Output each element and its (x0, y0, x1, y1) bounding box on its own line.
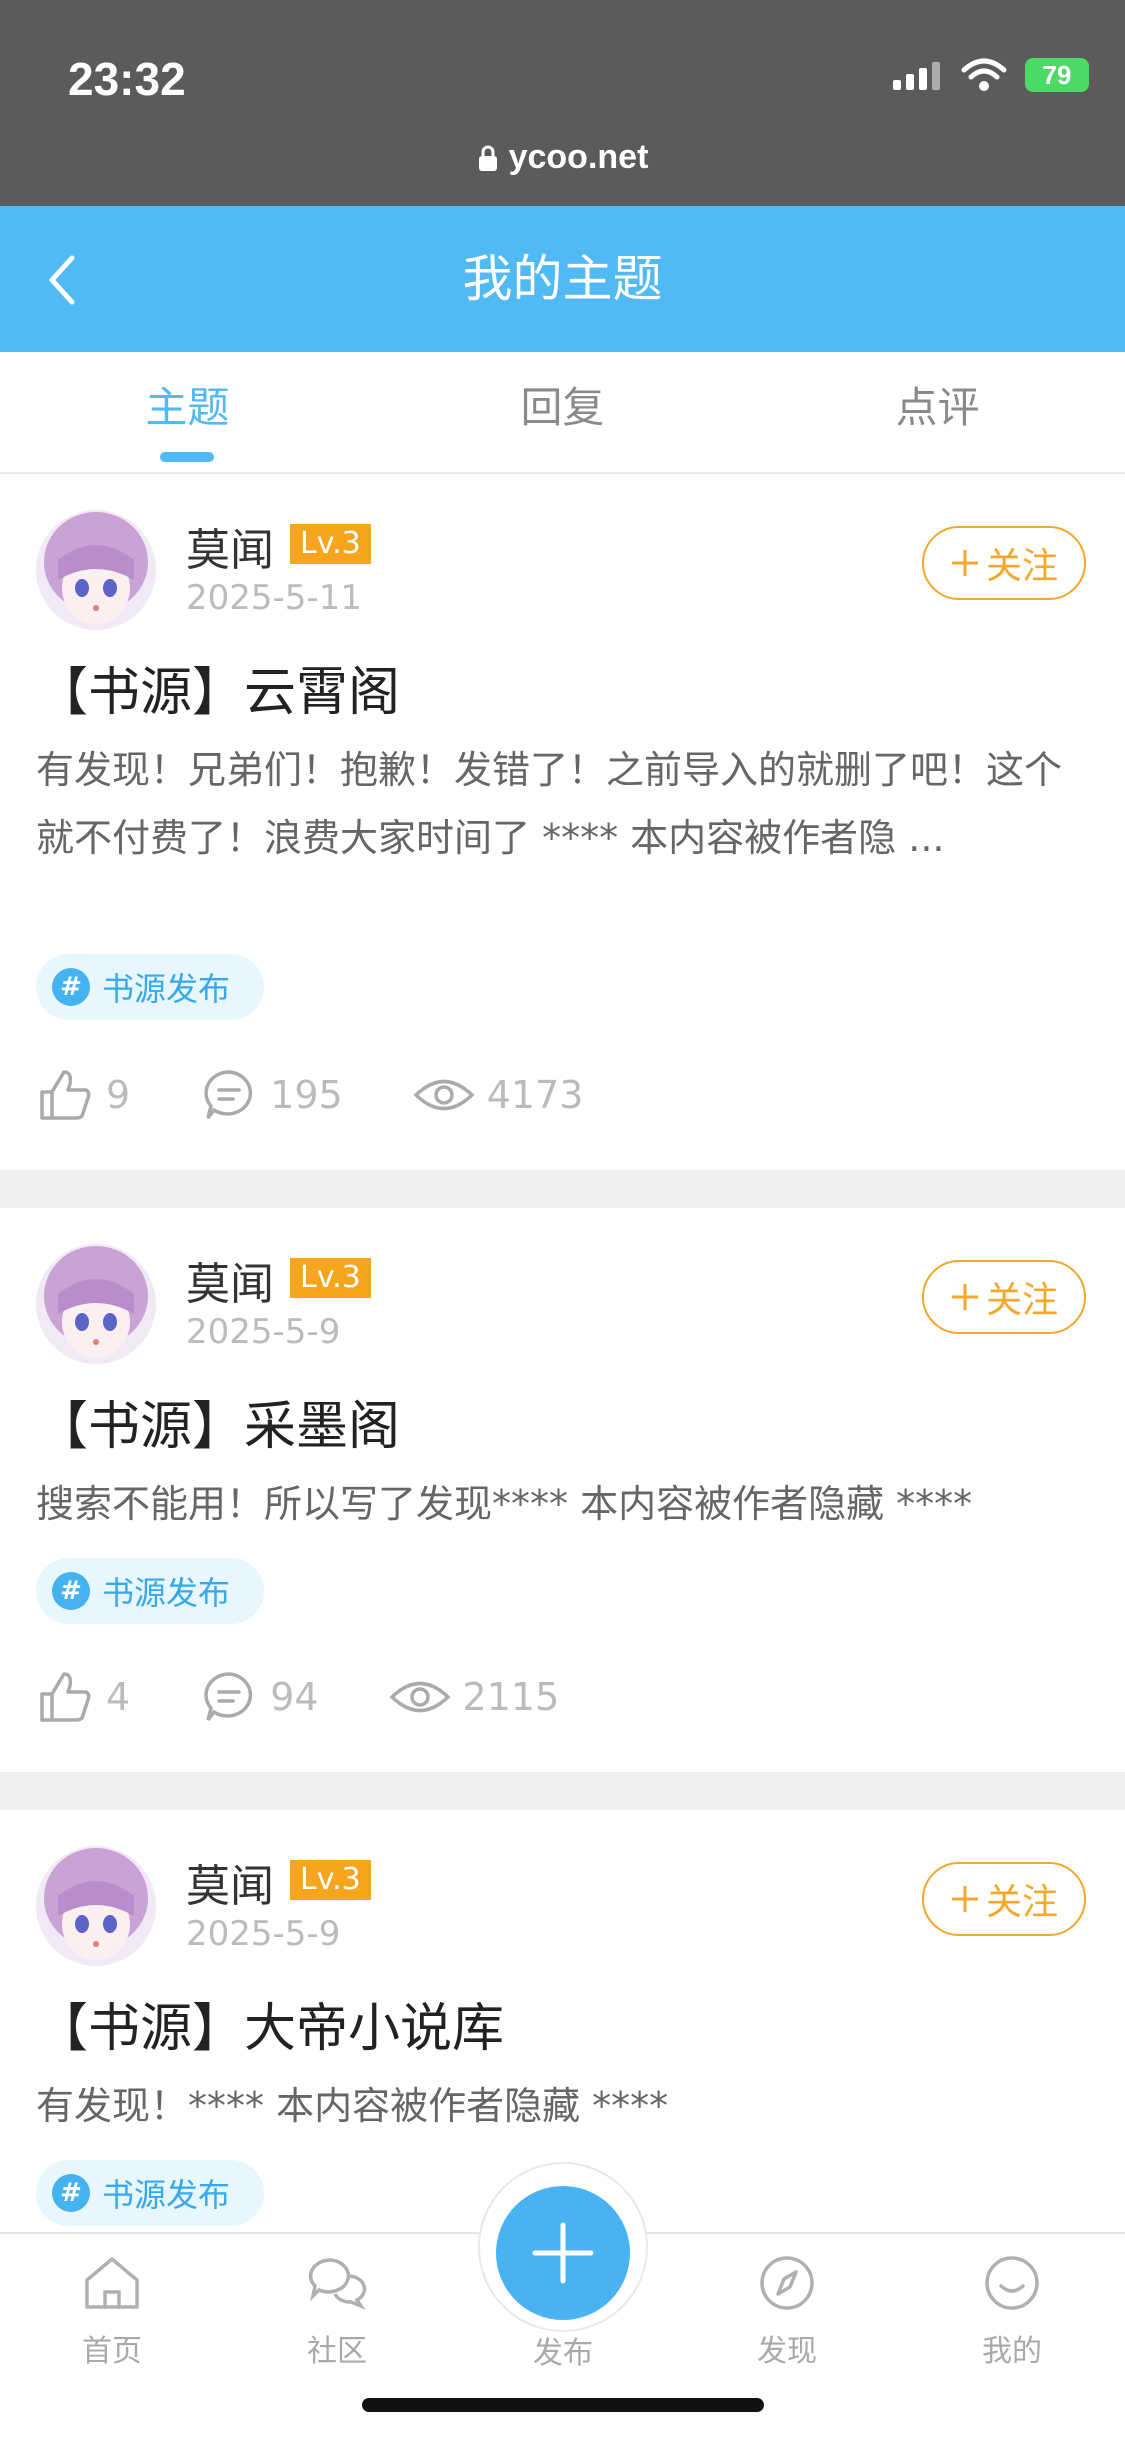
avatar[interactable] (36, 510, 156, 630)
like-count: 9 (106, 1073, 131, 1117)
hashtag-icon: # (52, 2174, 90, 2212)
view-stat: 4173 (413, 1066, 584, 1124)
compass-icon (760, 2256, 814, 2310)
author-name[interactable]: 莫闻 (186, 1850, 274, 1914)
level-badge: Lv.3 (290, 524, 371, 564)
post-title[interactable]: 【书源】大帝小说库 (36, 1986, 504, 2061)
post-date: 2025-5-9 (186, 1312, 341, 1352)
avatar[interactable] (36, 1846, 156, 1966)
tab-label: 主题 (145, 383, 230, 432)
post-excerpt[interactable]: 有发现！兄弟们！抱歉！发错了！之前导入的就删了吧！这个就不付费了！浪费大家时间了… (36, 736, 1096, 872)
plus-icon (951, 1284, 978, 1310)
view-stat: 2115 (389, 1668, 560, 1726)
post-card[interactable]: 莫闻 Lv.3 2025-5-9 关注 【书源】采墨阁 搜索不能用！所以写了发现… (0, 1208, 1125, 1772)
view-count: 4173 (486, 1073, 584, 1117)
eye-icon (413, 1079, 475, 1111)
home-icon (85, 2257, 139, 2309)
plus-icon (532, 2222, 594, 2284)
post-title[interactable]: 【书源】采墨阁 (36, 1384, 400, 1459)
nav-label: 首页 (82, 2334, 142, 2369)
follow-label: 关注 (985, 1882, 1058, 1923)
like-stat[interactable]: 4 (36, 1668, 130, 1726)
author-name[interactable]: 莫闻 (186, 1248, 274, 1312)
home-indicator[interactable] (362, 2398, 764, 2412)
comment-icon (204, 1070, 253, 1120)
topic-tag[interactable]: # 书源发布 (36, 954, 264, 1020)
tab-topics[interactable]: 主题 (0, 352, 375, 472)
level-badge: Lv.3 (290, 1860, 371, 1900)
plus-icon (951, 550, 978, 576)
nav-profile[interactable]: 我的 (952, 2254, 1072, 2370)
follow-button[interactable]: 关注 (922, 1260, 1086, 1334)
battery-indicator: 79 (1025, 58, 1089, 92)
follow-label: 关注 (985, 1280, 1058, 1321)
comment-stat[interactable]: 195 (200, 1066, 343, 1124)
view-count: 2115 (462, 1675, 560, 1719)
post-date: 2025-5-11 (186, 578, 362, 618)
nav-label: 社区 (307, 2334, 367, 2369)
post-excerpt[interactable]: 搜索不能用！所以写了发现**** 本内容被作者隐藏 **** (36, 1470, 1096, 1538)
avatar[interactable] (36, 1244, 156, 1364)
comment-stat[interactable]: 94 (200, 1668, 319, 1726)
post-stats: 9 195 4173 (36, 1066, 583, 1124)
thumbs-up-icon (40, 1672, 91, 1722)
post-date: 2025-5-9 (186, 1914, 341, 1954)
tag-label: 书源发布 (102, 1574, 231, 1612)
wifi-icon (961, 58, 1007, 91)
nav-community[interactable]: 社区 (277, 2254, 397, 2370)
thumbs-up-icon (40, 1070, 91, 1120)
like-count: 4 (106, 1675, 131, 1719)
tab-label: 回复 (520, 383, 605, 432)
level-badge: Lv.3 (290, 1258, 371, 1298)
smile-icon (985, 2256, 1039, 2310)
url-text: ycoo.net (508, 138, 649, 176)
tag-label: 书源发布 (102, 2176, 231, 2214)
publish-button[interactable] (496, 2186, 630, 2320)
like-stat[interactable]: 9 (36, 1066, 130, 1124)
post-card[interactable]: 莫闻 Lv.3 2025-5-11 关注 【书源】云霄阁 有发现！兄弟们！抱歉！… (0, 474, 1125, 1170)
community-icon (308, 2258, 367, 2310)
author-name[interactable]: 莫闻 (186, 514, 274, 578)
follow-button[interactable]: 关注 (922, 526, 1086, 600)
nav-discover[interactable]: 发现 (727, 2254, 847, 2370)
comment-count: 195 (270, 1073, 343, 1117)
eye-icon (389, 1681, 451, 1713)
tab-bar: 主题 回复 点评 (0, 352, 1125, 474)
post-excerpt[interactable]: 有发现！**** 本内容被作者隐藏 **** (36, 2072, 1096, 2140)
tag-label: 书源发布 (102, 970, 231, 1008)
hashtag-icon: # (52, 1572, 90, 1610)
browser-status-bar: 23:32 79 ycoo.net (0, 0, 1125, 206)
page-title: 我的主题 (462, 250, 663, 308)
tab-reviews[interactable]: 点评 (750, 352, 1125, 472)
tab-replies[interactable]: 回复 (375, 352, 750, 472)
lock-icon (478, 145, 497, 171)
publish-label: 发布 (533, 2336, 593, 2371)
tab-label: 点评 (895, 383, 980, 432)
follow-button[interactable]: 关注 (922, 1862, 1086, 1936)
address-bar[interactable]: ycoo.net (0, 138, 1125, 177)
nav-home[interactable]: 首页 (52, 2254, 172, 2370)
plus-icon (951, 1886, 978, 1912)
follow-label: 关注 (985, 546, 1058, 587)
comment-count: 94 (270, 1675, 319, 1719)
nav-label: 发现 (757, 2334, 817, 2369)
post-stats: 4 94 2115 (36, 1668, 559, 1726)
system-icons: 79 (891, 58, 1089, 92)
post-title[interactable]: 【书源】云霄阁 (36, 650, 400, 725)
comment-icon (204, 1672, 253, 1722)
signal-icon (893, 62, 940, 90)
topic-tag[interactable]: # 书源发布 (36, 2160, 264, 2226)
nav-label: 我的 (982, 2334, 1042, 2369)
topic-tag[interactable]: # 书源发布 (36, 1558, 264, 1624)
app-header: 我的主题 (0, 206, 1125, 352)
clock: 23:32 (68, 53, 186, 105)
active-tab-indicator (160, 452, 214, 462)
hashtag-icon: # (52, 968, 90, 1006)
